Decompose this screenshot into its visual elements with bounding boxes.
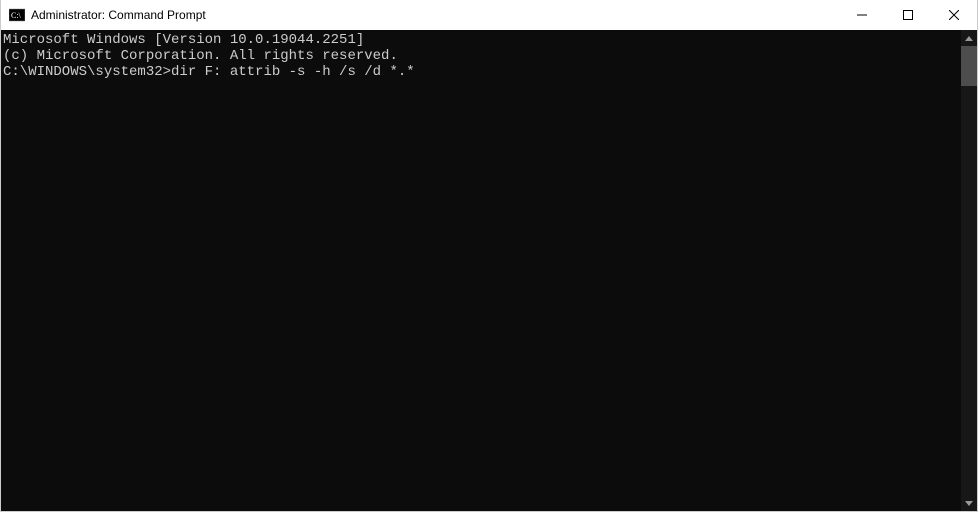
vertical-scrollbar[interactable] [961, 30, 977, 511]
terminal-area: Microsoft Windows [Version 10.0.19044.22… [1, 30, 977, 511]
svg-text:C:\: C:\ [11, 11, 22, 20]
chevron-down-icon [965, 501, 973, 506]
window-title: Administrator: Command Prompt [31, 8, 839, 22]
prompt-line: C:\WINDOWS\system32>dir F: attrib -s -h … [3, 64, 961, 80]
titlebar[interactable]: C:\ Administrator: Command Prompt [1, 0, 977, 30]
minimize-icon [857, 10, 867, 20]
maximize-icon [903, 10, 913, 20]
maximize-button[interactable] [885, 0, 931, 30]
version-line: Microsoft Windows [Version 10.0.19044.22… [3, 32, 961, 48]
close-button[interactable] [931, 0, 977, 30]
scroll-thumb[interactable] [961, 46, 977, 86]
window-controls [839, 0, 977, 30]
terminal-output[interactable]: Microsoft Windows [Version 10.0.19044.22… [1, 30, 961, 511]
command-text: dir F: attrib -s -h /s /d *.* [171, 64, 415, 80]
cmd-icon: C:\ [9, 7, 25, 23]
minimize-button[interactable] [839, 0, 885, 30]
scroll-down-button[interactable] [961, 495, 977, 511]
command-prompt-window: C:\ Administrator: Command Prompt [0, 0, 978, 512]
prompt-path: C:\WINDOWS\system32> [3, 64, 171, 80]
copyright-line: (c) Microsoft Corporation. All rights re… [3, 48, 961, 64]
scroll-up-button[interactable] [961, 30, 977, 46]
close-icon [949, 10, 959, 20]
chevron-up-icon [965, 36, 973, 41]
